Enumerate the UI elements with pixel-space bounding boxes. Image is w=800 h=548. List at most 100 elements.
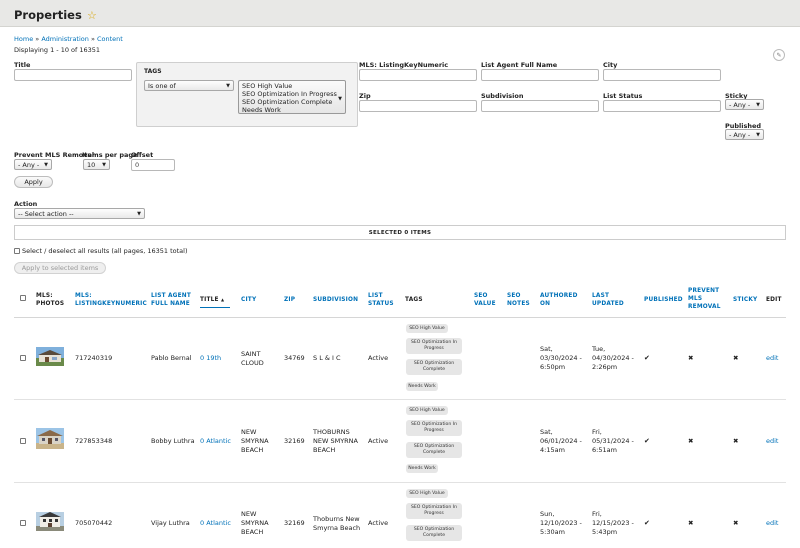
tag-badge: Needs Work [406, 382, 438, 391]
column-header-edit: EDIT [766, 297, 782, 303]
last-updated-cell: Fri, 05/31/2024 - 6:51am [592, 428, 634, 454]
chevron-down-icon: ▼ [756, 101, 760, 108]
row-checkbox[interactable] [20, 438, 26, 444]
tag-badge: SEO Optimization Complete [406, 359, 462, 375]
tags-option[interactable]: SEO High Value [242, 82, 342, 90]
tags-operator-select[interactable]: Is one of ▼ [144, 80, 234, 91]
column-header-seo-notes[interactable]: SEO NOTES [507, 292, 531, 308]
property-photo[interactable] [36, 512, 64, 531]
title-filter-input[interactable] [14, 69, 132, 81]
tag-badge: SEO High Value [406, 489, 448, 498]
column-header-title[interactable]: TITLE ▲ [200, 296, 224, 304]
published-check-icon: ✔ [644, 519, 650, 527]
zip-cell: 32169 [284, 519, 305, 527]
city-filter-input[interactable] [603, 69, 721, 81]
items-per-page-select[interactable]: 10 ▼ [83, 159, 110, 170]
list-status-filter-label: List Status [603, 92, 643, 100]
edit-link[interactable]: edit [766, 437, 778, 446]
list-status-filter-input[interactable] [603, 100, 721, 112]
sticky-filter-select[interactable]: - Any - ▼ [725, 99, 764, 110]
apply-button[interactable]: Apply [14, 176, 53, 188]
published-check-icon: ✔ [644, 354, 650, 362]
breadcrumb-content[interactable]: Content [97, 35, 123, 43]
subdivision-filter-input[interactable] [481, 100, 599, 112]
chevron-down-icon: ▼ [44, 161, 48, 168]
column-header-prevent-removal[interactable]: PREVENT MLS REMOVAL [688, 287, 724, 311]
select-all-checkbox[interactable] [14, 248, 20, 254]
star-icon[interactable]: ☆ [87, 9, 97, 22]
action-label: Action [14, 200, 38, 208]
tags-option[interactable]: SEO Optimization Complete [242, 98, 342, 106]
property-photo[interactable] [36, 428, 64, 449]
sticky-x-icon: ✖ [733, 519, 739, 527]
published-filter-select[interactable]: - Any - ▼ [725, 129, 764, 140]
subdivision-cell: Thoburns New Smyrna Beach [313, 515, 361, 532]
sort-ascending-icon: ▲ [220, 297, 225, 302]
city-filter-label: City [603, 61, 618, 69]
listing-key-cell: 727853348 [75, 437, 113, 445]
tag-badge: SEO Optimization Complete [406, 442, 462, 458]
subdivision-cell: S L & I C [313, 354, 341, 362]
column-header-title-label: TITLE [200, 297, 219, 303]
property-photo[interactable] [36, 347, 64, 366]
edit-link[interactable]: edit [766, 519, 778, 528]
column-header-seo-value[interactable]: SEO VALUE [474, 292, 498, 308]
title-filter-label: Title [14, 61, 31, 69]
tag-badge: SEO High Value [406, 406, 448, 415]
offset-input[interactable]: 0 [131, 159, 175, 171]
chevron-down-icon: ▼ [756, 131, 760, 138]
listing-key-cell: 705070442 [75, 519, 113, 527]
action-select-value: -- Select action -- [18, 209, 74, 218]
agent-filter-input[interactable] [481, 69, 599, 81]
chevron-down-icon: ▼ [226, 82, 230, 89]
column-header-authored-on[interactable]: AUTHORED ON [540, 292, 582, 308]
results-summary: Displaying 1 - 10 of 16351 [14, 46, 101, 54]
column-header-city[interactable]: CITY [241, 296, 256, 304]
breadcrumb-separator: » [88, 35, 97, 43]
action-select[interactable]: -- Select action -- ▼ [14, 208, 145, 219]
column-header-published[interactable]: PUBLISHED [644, 296, 683, 304]
prevent-removal-filter-select[interactable]: - Any - ▼ [14, 159, 52, 170]
select-all-row: Select / deselect all results (all pages… [14, 247, 187, 255]
title-link[interactable]: 0 19th [200, 354, 221, 363]
pencil-icon[interactable]: ✎ [773, 49, 785, 61]
tags-option[interactable]: Needs Work [242, 106, 342, 114]
header-checkbox[interactable] [20, 295, 26, 301]
column-header-subdivision[interactable]: SUBDIVISION [313, 296, 358, 304]
breadcrumb-home[interactable]: Home [14, 35, 33, 43]
chevron-down-icon: ▼ [137, 210, 141, 217]
breadcrumb-administration[interactable]: Administration [41, 35, 89, 43]
row-checkbox[interactable] [20, 355, 26, 361]
tags-operator-value: Is one of [148, 81, 176, 90]
prevent-removal-filter-value: - Any - [18, 160, 40, 169]
zip-cell: 34769 [284, 354, 305, 362]
page-header: Properties ☆ [0, 0, 800, 27]
mls-key-filter-input[interactable] [359, 69, 477, 81]
column-header-sticky[interactable]: STICKY [733, 296, 757, 304]
sticky-x-icon: ✖ [733, 354, 739, 362]
prevent-removal-x-icon: ✖ [688, 437, 694, 445]
column-header-list-status[interactable]: LIST STATUS [368, 292, 396, 308]
subdivision-cell: THOBURNS NEW SMYRNA BEACH [313, 428, 358, 454]
tags-multiselect[interactable]: SEO High Value SEO Optimization In Progr… [238, 80, 346, 114]
page-title: Properties [14, 8, 82, 22]
zip-cell: 32169 [284, 437, 305, 445]
row-divider [14, 399, 786, 400]
list-status-cell: Active [368, 354, 389, 362]
column-header-zip[interactable]: ZIP [284, 296, 295, 304]
row-checkbox[interactable] [20, 520, 26, 526]
breadcrumb: Home » Administration » Content [14, 35, 123, 43]
column-header-photos: MLS: PHOTOS [36, 293, 65, 307]
column-header-listing-key[interactable]: MLS: LISTINGKEYNUMERIC [75, 292, 147, 308]
edit-link[interactable]: edit [766, 354, 778, 363]
title-link[interactable]: 0 Atlantic [200, 437, 231, 446]
column-header-last-updated[interactable]: LAST UPDATED [592, 292, 628, 308]
listing-key-cell: 717240319 [75, 354, 113, 362]
agent-filter-label: List Agent Full Name [481, 61, 558, 69]
tag-badge: SEO Optimization In Progress [406, 338, 462, 354]
apply-to-selected-button[interactable]: Apply to selected items [14, 262, 106, 274]
tags-option[interactable]: SEO Optimization In Progress [242, 90, 342, 98]
column-header-agent[interactable]: LIST AGENT FULL NAME [151, 292, 195, 308]
zip-filter-input[interactable] [359, 100, 477, 112]
title-link[interactable]: 0 Atlantic [200, 519, 231, 528]
